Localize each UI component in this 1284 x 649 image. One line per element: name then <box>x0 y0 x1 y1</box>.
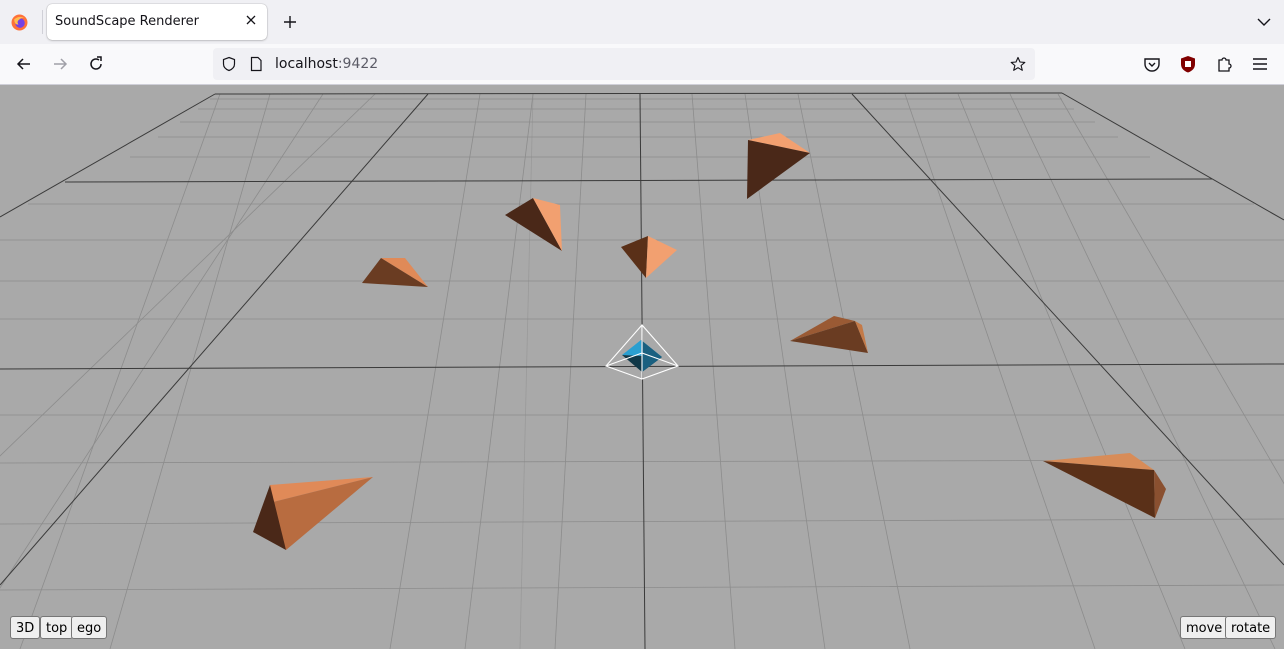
tab-strip: SoundScape Renderer <box>0 0 1284 44</box>
sound-source-3[interactable] <box>621 236 677 278</box>
extensions-icon[interactable] <box>1214 54 1234 74</box>
forward-arrow-icon[interactable] <box>50 54 70 74</box>
shield-icon[interactable] <box>221 56 237 72</box>
tab-active[interactable]: SoundScape Renderer <box>47 4 267 40</box>
reload-icon[interactable] <box>86 54 106 74</box>
view-top-button[interactable]: top <box>40 616 74 639</box>
url-bar[interactable]: localhost:9422 <box>213 48 1035 80</box>
ublock-icon[interactable] <box>1178 54 1198 74</box>
sound-source-7[interactable] <box>253 477 373 550</box>
back-arrow-icon[interactable] <box>14 54 34 74</box>
plus-icon[interactable] <box>280 12 300 32</box>
tab-title: SoundScape Renderer <box>55 14 200 29</box>
close-icon[interactable] <box>243 12 259 28</box>
pocket-icon[interactable] <box>1142 54 1162 74</box>
view-3d-button[interactable]: 3D <box>10 616 41 639</box>
tab-separator <box>42 10 43 34</box>
sound-source-4[interactable] <box>362 258 428 287</box>
menu-icon[interactable] <box>1250 54 1270 74</box>
rotate-button[interactable]: rotate <box>1225 616 1277 639</box>
url-host: localhost <box>275 56 338 72</box>
navigation-toolbar: localhost:9422 <box>0 44 1284 85</box>
sound-source-6[interactable] <box>1043 453 1166 518</box>
sound-source-1[interactable] <box>747 133 810 199</box>
sound-source-5[interactable] <box>790 316 868 353</box>
scene-viewport[interactable] <box>0 85 1284 649</box>
star-icon[interactable] <box>1010 56 1026 72</box>
url-text[interactable]: localhost:9422 <box>275 56 378 72</box>
firefox-logo-icon[interactable] <box>11 14 28 31</box>
listener[interactable] <box>605 324 679 380</box>
page-icon[interactable] <box>248 56 264 72</box>
move-button[interactable]: move <box>1180 616 1229 639</box>
url-port: :9422 <box>337 56 379 72</box>
chevron-down-icon[interactable] <box>1254 12 1274 32</box>
sound-source-2[interactable] <box>505 198 562 251</box>
view-ego-button[interactable]: ego <box>71 616 108 639</box>
scene-canvas[interactable] <box>0 85 1284 649</box>
